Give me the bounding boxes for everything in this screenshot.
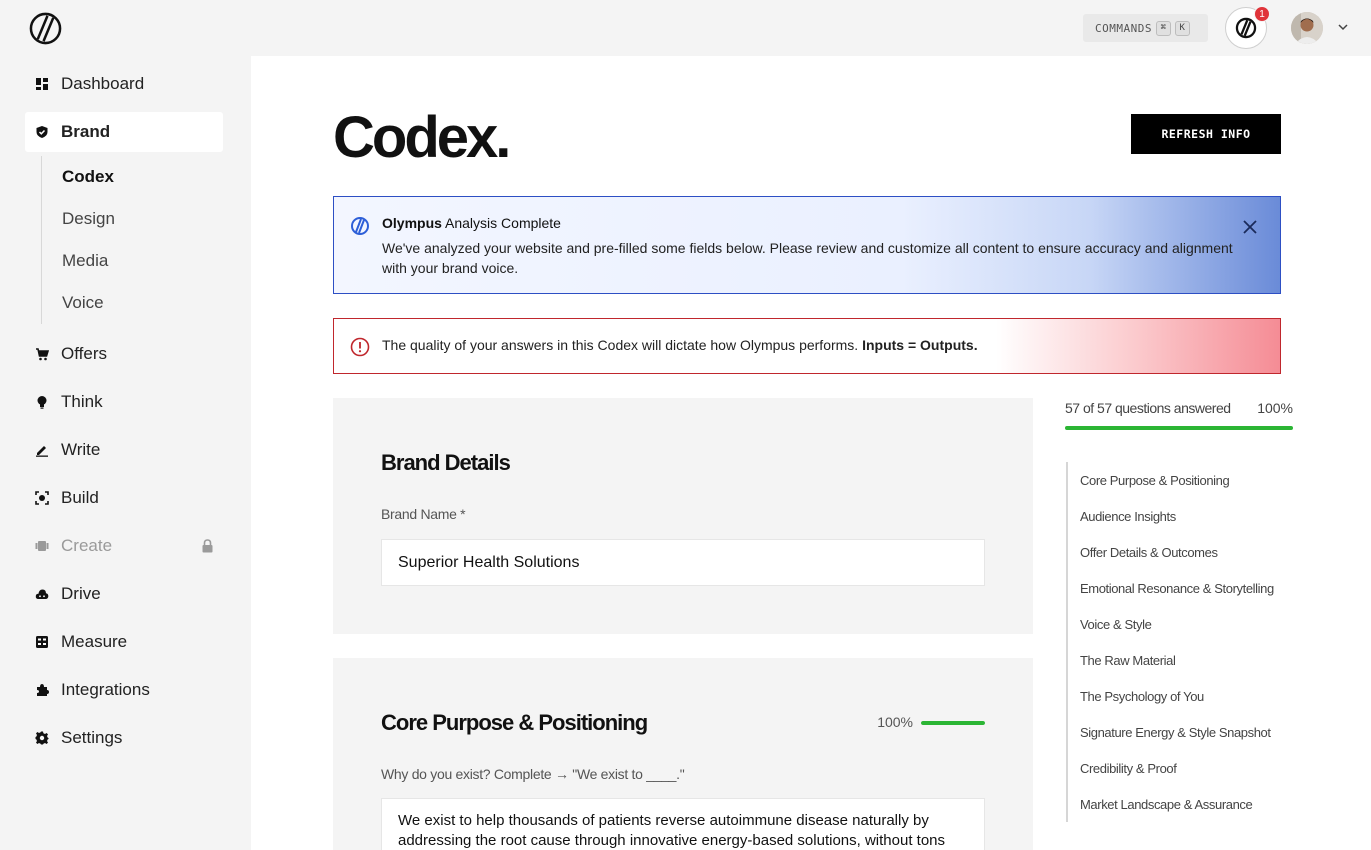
info-banner-body: We've analyzed your website and pre-fill…: [382, 240, 1233, 276]
toc-item[interactable]: The Psychology of You: [1080, 678, 1306, 714]
sidebar-item-measure[interactable]: Measure: [25, 622, 223, 662]
sidebar-item-settings[interactable]: Settings: [25, 718, 223, 758]
notification-badge: 1: [1254, 6, 1270, 22]
subnav-item-codex[interactable]: Codex: [62, 156, 223, 198]
overall-percent: 100%: [1257, 400, 1293, 416]
overall-progress-bar: [1065, 426, 1293, 430]
sidebar-item-brand[interactable]: Brand: [25, 112, 223, 152]
toc-item[interactable]: Market Landscape & Assurance: [1080, 786, 1306, 822]
subnav-item-media[interactable]: Media: [62, 240, 223, 282]
close-icon[interactable]: [1242, 219, 1258, 235]
commands-label: COMMANDS: [1095, 21, 1152, 35]
warning-text-bold: Inputs = Outputs.: [862, 337, 978, 353]
sidebar-item-label: Create: [61, 536, 113, 555]
lock-icon: [202, 539, 213, 553]
sidebar-item-label: Offers: [61, 344, 107, 363]
section-progress-fill: [921, 721, 985, 725]
toc-item[interactable]: The Raw Material: [1080, 642, 1306, 678]
sidebar-item-label: Settings: [61, 728, 123, 747]
build-icon: [35, 491, 49, 505]
refresh-info-button[interactable]: REFRESH INFO: [1131, 114, 1281, 154]
toc-item[interactable]: Signature Energy & Style Snapshot: [1080, 714, 1306, 750]
main-content: Codex. REFRESH INFO Olympus Analysis Com…: [251, 56, 1371, 850]
pen-icon: [36, 446, 48, 457]
analysis-info-banner: Olympus Analysis Complete We've analyzed…: [333, 196, 1281, 294]
subnav-item-design[interactable]: Design: [62, 198, 223, 240]
avatar-image: [1291, 12, 1323, 44]
page-title: Codex.: [333, 105, 511, 170]
sidebar-item-label: Measure: [61, 632, 128, 651]
questions-answered-label: 57 of 57 questions answered: [1065, 400, 1231, 416]
dashboard-icon: [36, 78, 48, 90]
sidebar-item-label: Dashboard: [61, 74, 145, 93]
sidebar: Dashboard Brand Codex Design Media Voice…: [25, 64, 223, 766]
section-progress-bar: [921, 721, 985, 725]
commands-button[interactable]: COMMANDS ⌘ K: [1083, 14, 1208, 42]
olympus-logo[interactable]: [29, 12, 62, 45]
sidebar-item-label: Write: [61, 440, 101, 459]
section-toc: Core Purpose & Positioning Audience Insi…: [1066, 462, 1306, 822]
sidebar-item-dashboard[interactable]: Dashboard: [25, 64, 223, 104]
toc-item[interactable]: Offer Details & Outcomes: [1080, 534, 1306, 570]
olympus-icon: [1235, 17, 1257, 39]
cloud-icon: [35, 589, 49, 599]
info-title-bold: Olympus: [382, 215, 442, 231]
sidebar-item-label: Think: [61, 392, 103, 411]
core-purpose-title: Core Purpose & Positioning: [381, 710, 648, 735]
sidebar-item-label: Brand: [61, 122, 111, 141]
avatar[interactable]: [1291, 12, 1323, 44]
brand-name-label: Brand Name *: [381, 506, 466, 522]
toc-item[interactable]: Emotional Resonance & Storytelling: [1080, 570, 1306, 606]
info-title-rest: Analysis Complete: [441, 215, 561, 231]
overall-progress-fill: [1065, 426, 1293, 430]
why-exist-question: Why do you exist? Complete → "We exist t…: [381, 766, 685, 782]
sidebar-item-drive[interactable]: Drive: [25, 574, 223, 614]
cmd-key: ⌘: [1155, 20, 1171, 36]
warning-text-main: The quality of your answers in this Code…: [382, 337, 863, 353]
brand-name-input[interactable]: Superior Health Solutions: [381, 539, 985, 586]
puzzle-icon: [37, 684, 49, 696]
warning-text: The quality of your answers in this Code…: [382, 337, 978, 353]
chevron-down-icon[interactable]: [1336, 20, 1350, 34]
sidebar-item-build[interactable]: Build: [25, 478, 223, 518]
brand-details-title: Brand Details: [381, 450, 511, 475]
sidebar-item-think[interactable]: Think: [25, 382, 223, 422]
sidebar-item-write[interactable]: Write: [25, 430, 223, 470]
subnav-item-voice[interactable]: Voice: [62, 282, 223, 324]
info-banner-title: Olympus Analysis Complete: [382, 215, 561, 231]
brand-details-card: Brand Details Brand Name * Superior Heal…: [333, 398, 1033, 634]
cart-icon: [36, 348, 49, 361]
toc-item[interactable]: Voice & Style: [1080, 606, 1306, 642]
shield-icon: [36, 126, 48, 138]
olympus-info-icon: [351, 217, 369, 235]
core-purpose-card: Core Purpose & Positioning 100% Why do y…: [333, 658, 1033, 850]
sidebar-item-offers[interactable]: Offers: [25, 334, 223, 374]
k-key: K: [1174, 20, 1190, 36]
brand-subnav: Codex Design Media Voice: [41, 156, 223, 324]
why-exist-textarea[interactable]: We exist to help thousands of patients r…: [381, 798, 985, 850]
sidebar-item-create[interactable]: Create: [25, 526, 223, 566]
sidebar-item-integrations[interactable]: Integrations: [25, 670, 223, 710]
sidebar-item-label: Build: [61, 488, 99, 507]
toc-item[interactable]: Audience Insights: [1080, 498, 1306, 534]
sidebar-item-label: Drive: [61, 584, 101, 603]
notifications-button[interactable]: 1: [1225, 6, 1270, 49]
quality-warning-banner: The quality of your answers in this Code…: [333, 318, 1281, 374]
grid-icon: [36, 636, 48, 648]
toc-item[interactable]: Core Purpose & Positioning: [1080, 462, 1306, 498]
bulb-icon: [37, 396, 47, 409]
create-icon: [35, 541, 49, 551]
section-percent: 100%: [877, 714, 913, 730]
sidebar-item-label: Integrations: [61, 680, 150, 699]
alert-icon: [350, 337, 370, 357]
toc-item[interactable]: Credibility & Proof: [1080, 750, 1306, 786]
gear-icon: [35, 731, 49, 745]
